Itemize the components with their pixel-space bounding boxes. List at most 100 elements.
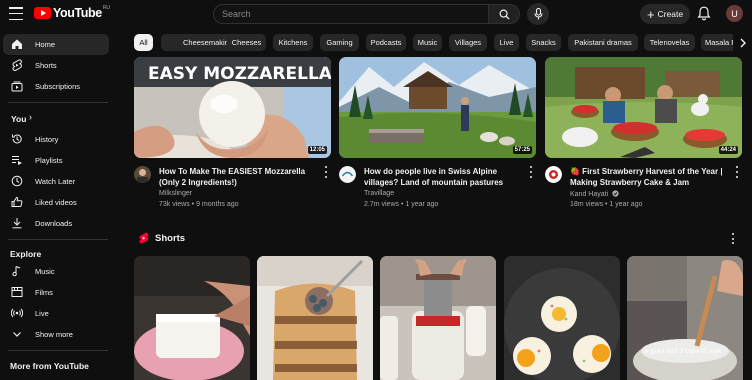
video-thumbnail[interactable]: 57:25 — [339, 57, 536, 158]
sidebar-item-shorts[interactable]: Shorts — [3, 55, 109, 76]
short-card[interactable] — [257, 256, 373, 380]
sidebar-item-watch-later[interactable]: Watch Later — [3, 171, 109, 192]
channel-name[interactable]: Travillage — [364, 190, 394, 197]
chip-telenovelas[interactable]: Telenovelas — [644, 34, 695, 51]
shorts-section-header: Shorts — [138, 232, 185, 245]
channel-avatar[interactable] — [545, 166, 562, 183]
chip-label: Pakistani dramas — [574, 38, 632, 47]
search-button[interactable] — [489, 4, 520, 24]
chip-label: Live — [499, 38, 514, 47]
short-card[interactable] — [134, 256, 250, 380]
shorts-logo-icon — [139, 232, 149, 244]
sidebar-item-label: Live — [35, 309, 49, 318]
sidebar-item-label: Home — [35, 40, 56, 49]
sidebar-item-liked-videos[interactable]: Liked videos — [3, 192, 109, 213]
live-icon — [11, 308, 23, 318]
sidebar-item-label: Subscriptions — [35, 82, 81, 91]
sidebar-item-label: Shorts — [35, 61, 57, 70]
chips-next-button[interactable] — [733, 33, 752, 52]
avatar[interactable]: U — [726, 5, 743, 22]
video-meta: 73k views • 9 months ago — [159, 201, 239, 208]
logo-region: RU — [102, 5, 111, 11]
search-input[interactable]: Search — [213, 4, 489, 24]
channel-avatar[interactable] — [339, 166, 356, 183]
thumbnail-caption: EASY MOZZARELLA — [148, 64, 331, 84]
sidebar-divider — [8, 239, 108, 240]
sidebar-item-music[interactable]: Music — [3, 261, 109, 282]
chip-all[interactable]: All — [134, 34, 153, 51]
search-bar: Search — [213, 4, 520, 24]
video-title[interactable]: How do people live in Swiss Alpine villa… — [364, 166, 524, 188]
video-duration: 12:05 — [307, 146, 327, 154]
chip-label: Gaming — [326, 38, 353, 47]
chevron-down-icon — [13, 332, 21, 337]
you-heading: You — [11, 113, 27, 124]
short-thumbnail-image — [257, 256, 373, 380]
chip-cheeses[interactable]: Cheeses — [227, 34, 266, 51]
sidebar-item-show-more[interactable]: Show more — [3, 324, 109, 345]
home-icon — [12, 39, 22, 49]
explore-heading: Explore — [10, 249, 42, 259]
sidebar-item-label: Show more — [35, 330, 73, 339]
shorts-heading: Shorts — [155, 233, 186, 244]
menu-icon[interactable] — [9, 7, 23, 20]
chip-music[interactable]: Music — [413, 34, 442, 51]
shorts-icon — [12, 59, 22, 71]
short-card[interactable] — [504, 256, 620, 380]
chip-gaming[interactable]: Gaming — [320, 34, 359, 51]
voice-search-button[interactable] — [527, 3, 549, 25]
chip-live[interactable]: Live — [494, 34, 519, 51]
video-thumbnail[interactable]: 44:24 — [545, 57, 742, 158]
chip-kitchens[interactable]: Kitchens — [273, 34, 313, 51]
sidebar-divider — [8, 102, 108, 103]
sidebar-you-heading[interactable]: You › — [3, 108, 109, 129]
sidebar-item-label: Playlists — [35, 156, 63, 165]
sidebar-item-playlists[interactable]: Playlists — [3, 150, 109, 171]
more-options-icon[interactable] — [322, 166, 330, 178]
short-caption: Ingred add 3 cups of milk — [645, 348, 722, 355]
logo-text: YouTube — [53, 6, 102, 20]
video-thumbnail[interactable]: EASY MOZZARELLA 12:05 — [134, 57, 331, 158]
short-thumbnail-image: Ingred add 3 cups of milk — [627, 256, 743, 380]
channel-avatar[interactable] — [134, 166, 151, 183]
more-options-icon[interactable] — [527, 166, 535, 178]
sidebar-item-live[interactable]: Live — [3, 303, 109, 324]
chip-snacks[interactable]: Snacks — [526, 34, 561, 51]
chip-label: Music — [417, 38, 438, 47]
youtube-app: YouTube RU Search + Create U Home Shorts — [0, 0, 752, 380]
short-card[interactable] — [380, 256, 496, 380]
sidebar-item-label: Music — [35, 267, 55, 276]
shorts-more-options-icon[interactable] — [730, 233, 736, 244]
chip-pakistani-dramas[interactable]: Pakistani dramas — [568, 34, 638, 51]
youtube-logo[interactable]: YouTube RU — [34, 5, 111, 20]
chip-label: Kitchens — [278, 38, 308, 47]
channel-name[interactable]: Milkslinger — [159, 190, 192, 197]
sidebar-item-subscriptions[interactable]: Subscriptions — [3, 76, 109, 97]
playlists-icon — [12, 156, 22, 165]
subscriptions-icon — [11, 81, 23, 92]
more-options-icon[interactable] — [733, 166, 741, 178]
plus-icon: + — [646, 6, 655, 22]
notifications-bell-icon[interactable] — [697, 6, 711, 21]
sidebar-item-films[interactable]: Films — [3, 282, 109, 303]
microphone-icon — [533, 8, 543, 20]
chip-podcasts[interactable]: Podcasts — [366, 34, 406, 51]
short-card[interactable]: Ingred add 3 cups of milk — [627, 256, 743, 380]
chip-label: Cheeses — [231, 38, 262, 47]
video-title[interactable]: 🍓 First Strawberry Harvest of the Year |… — [570, 166, 730, 188]
channel-name[interactable]: Kand Hayati — [570, 190, 619, 198]
video-title[interactable]: How To Make The EASIEST Mozzarella (Only… — [159, 166, 319, 188]
sidebar-item-history[interactable]: History — [3, 129, 109, 150]
download-icon — [12, 218, 22, 229]
short-thumbnail-image — [504, 256, 620, 380]
chip-villages[interactable]: Villages — [449, 34, 487, 51]
sidebar-divider — [8, 350, 108, 351]
video-duration: 57:25 — [512, 146, 532, 154]
create-button[interactable]: + Create — [640, 4, 690, 24]
chip-label: Telenovelas — [649, 38, 690, 47]
sidebar-item-downloads[interactable]: Downloads — [3, 213, 109, 234]
more-from-youtube-heading: More from YouTube — [10, 361, 89, 371]
sidebar-item-home[interactable]: Home — [3, 34, 109, 55]
watch-later-icon — [11, 175, 23, 187]
channel-name-label: Kand Hayati — [570, 191, 609, 198]
